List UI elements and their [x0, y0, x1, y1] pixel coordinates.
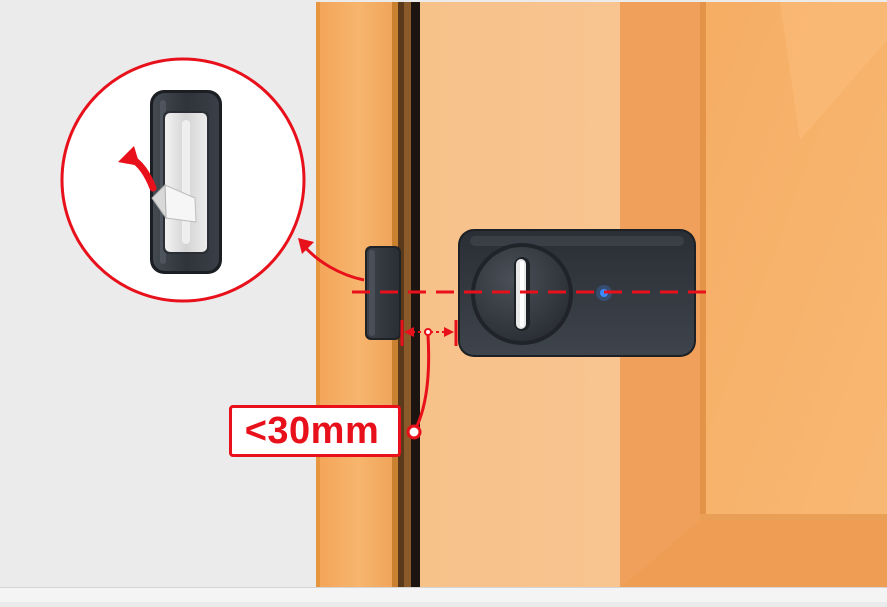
install-illustration — [0, 0, 887, 602]
door-sensor-peel-adhesive-icon — [150, 90, 222, 274]
magnifier-callout — [60, 57, 306, 303]
install-diagram: <30mm — [0, 0, 887, 602]
callout-connector — [406, 424, 422, 440]
gap-measurement-label: <30mm — [244, 410, 380, 452]
measurement-callout: <30mm — [229, 405, 401, 457]
